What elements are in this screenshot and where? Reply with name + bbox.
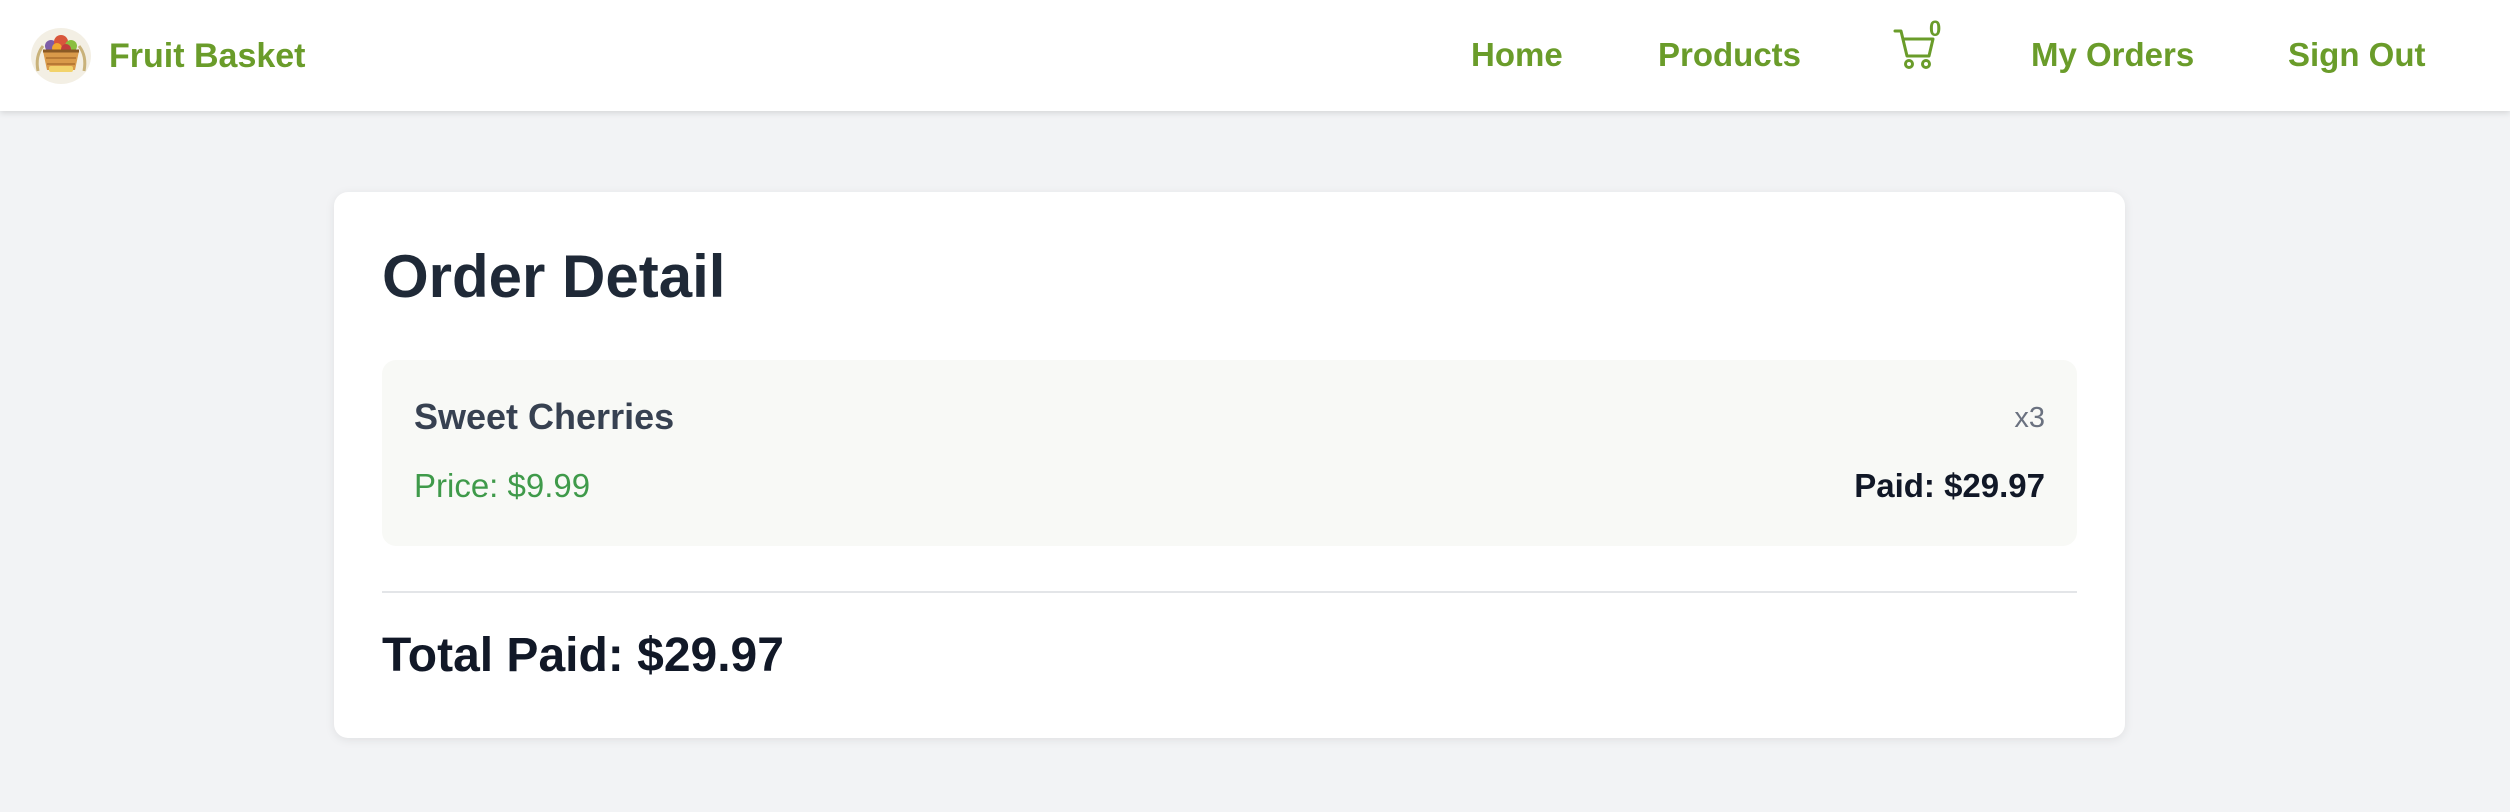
nav-my-orders-link[interactable]: My Orders [2031,30,2194,80]
nav-products-link[interactable]: Products [1658,30,1801,80]
item-price: Price: $9.99 [414,467,591,504]
brand-name: Fruit Basket [109,36,306,75]
cart-button[interactable]: 0 [1893,16,1949,76]
cart-count-badge: 0 [1929,16,1942,41]
order-item: Sweet Cherries x3 Price: $9.99 Paid: $29… [382,360,2077,546]
nav-home-link[interactable]: Home [1471,30,1563,80]
total-paid: Total Paid: $29.97 [382,629,784,682]
page-title: Order Detail [382,243,726,310]
brand-link[interactable]: Fruit Basket [29,26,306,86]
item-name: Sweet Cherries [414,396,675,437]
nav-sign-out-link[interactable]: Sign Out [2288,30,2425,80]
divider [382,591,2077,593]
order-detail-card: Order Detail Sweet Cherries x3 Price: $9… [334,192,2125,738]
fruit-basket-logo-icon [31,28,91,84]
item-quantity: x3 [2014,402,2045,434]
item-paid: Paid: $29.97 [1854,467,2045,504]
navbar: Fruit Basket Home Products 0 My Orders S… [0,0,2510,111]
